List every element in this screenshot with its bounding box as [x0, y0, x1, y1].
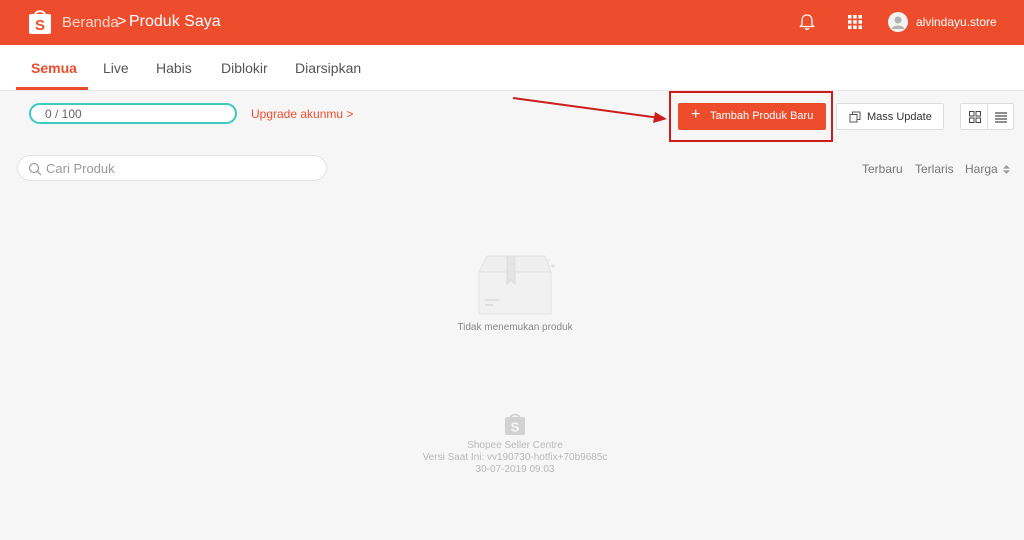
- bell-icon[interactable]: [799, 13, 815, 31]
- sort-terbaru[interactable]: Terbaru: [862, 162, 903, 176]
- product-quota-value: 0 / 100: [45, 107, 82, 121]
- breadcrumb-current: Produk Saya: [129, 13, 221, 30]
- tab-semua[interactable]: Semua: [31, 60, 77, 76]
- sort-terlaris[interactable]: Terlaris: [915, 162, 954, 176]
- empty-state-message: Tidak menemukan produk: [457, 322, 573, 333]
- add-new-product-button[interactable]: + Tambah Produk Baru: [678, 103, 826, 130]
- active-tab-indicator: [16, 87, 88, 90]
- username[interactable]: alvindayu.store: [916, 15, 997, 29]
- view-toggle: [960, 103, 1014, 130]
- status-tabs: Semua Live Habis Diblokir Diarsipkan: [0, 45, 1024, 91]
- shopee-bag-icon[interactable]: S: [28, 7, 52, 35]
- user-avatar-icon[interactable]: [888, 12, 908, 32]
- svg-text:S: S: [511, 420, 520, 435]
- upgrade-account-link[interactable]: Upgrade akunmu >: [251, 107, 353, 121]
- product-quota-badge: 0 / 100: [29, 103, 237, 124]
- footer-title: Shopee Seller Centre: [467, 440, 563, 451]
- footer-date: 30-07-2019 09:03: [475, 464, 555, 475]
- sort-harga[interactable]: Harga: [965, 162, 1011, 176]
- empty-box-illustration: [478, 255, 555, 315]
- tab-diarsipkan[interactable]: Diarsipkan: [295, 60, 361, 76]
- svg-text:S: S: [35, 17, 45, 34]
- tab-live[interactable]: Live: [103, 60, 129, 76]
- apps-grid-icon[interactable]: [848, 15, 862, 29]
- annotation-arrow: [512, 97, 667, 123]
- product-search: [17, 155, 327, 181]
- add-new-product-label: Tambah Produk Baru: [710, 110, 814, 122]
- tab-habis[interactable]: Habis: [156, 60, 192, 76]
- grid-view-icon: [969, 111, 981, 123]
- tab-diblokir[interactable]: Diblokir: [221, 60, 268, 76]
- list-view-button[interactable]: [988, 104, 1014, 129]
- breadcrumb-separator: >: [117, 13, 127, 30]
- grid-view-button[interactable]: [961, 104, 988, 129]
- breadcrumb-home[interactable]: Beranda: [62, 14, 119, 31]
- top-bar: S Beranda > Produk Saya alvindayu.store: [0, 0, 1024, 45]
- search-icon: [28, 162, 42, 176]
- mass-update-label: Mass Update: [867, 111, 932, 123]
- footer-version: Versi Saat Ini: vv190730-hotfix+70b9685c: [422, 452, 608, 463]
- shopee-footer-logo-icon: S: [505, 413, 525, 435]
- sort-arrows-icon: [1003, 165, 1011, 174]
- plus-icon: +: [691, 106, 701, 123]
- list-view-icon: [995, 112, 1007, 123]
- sort-harga-label: Harga: [965, 162, 998, 176]
- mass-update-button[interactable]: Mass Update: [836, 103, 944, 130]
- search-input[interactable]: [46, 159, 316, 177]
- copy-icon: [849, 111, 861, 123]
